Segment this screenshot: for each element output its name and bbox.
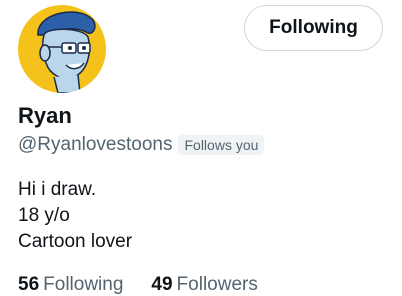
following-count: 56 — [18, 274, 40, 295]
profile-handle: @Ryanlovestoons — [18, 134, 173, 155]
following-button[interactable]: Following — [244, 5, 383, 51]
profile-stats: 56 Following 49 Followers — [18, 274, 258, 296]
cartoon-avatar-icon — [37, 11, 96, 93]
followers-label: Followers — [176, 274, 258, 295]
followers-count: 49 — [151, 274, 173, 295]
bio-line: Hi i draw. — [18, 179, 97, 200]
bio-line: Cartoon lover — [18, 231, 133, 252]
following-label: Following — [43, 274, 124, 295]
avatar[interactable] — [18, 5, 106, 93]
profile-bio: Hi i draw. 18 y/o Cartoon lover — [18, 177, 132, 255]
follows-you-badge: Follows you — [178, 135, 265, 155]
following-stat-link[interactable]: 56 Following — [18, 274, 123, 296]
bio-line: 18 y/o — [18, 205, 70, 226]
followers-stat-link[interactable]: 49 Followers — [151, 274, 257, 296]
profile-name: Ryan — [18, 103, 72, 128]
handle-row: @Ryanlovestoons Follows you — [18, 134, 265, 156]
